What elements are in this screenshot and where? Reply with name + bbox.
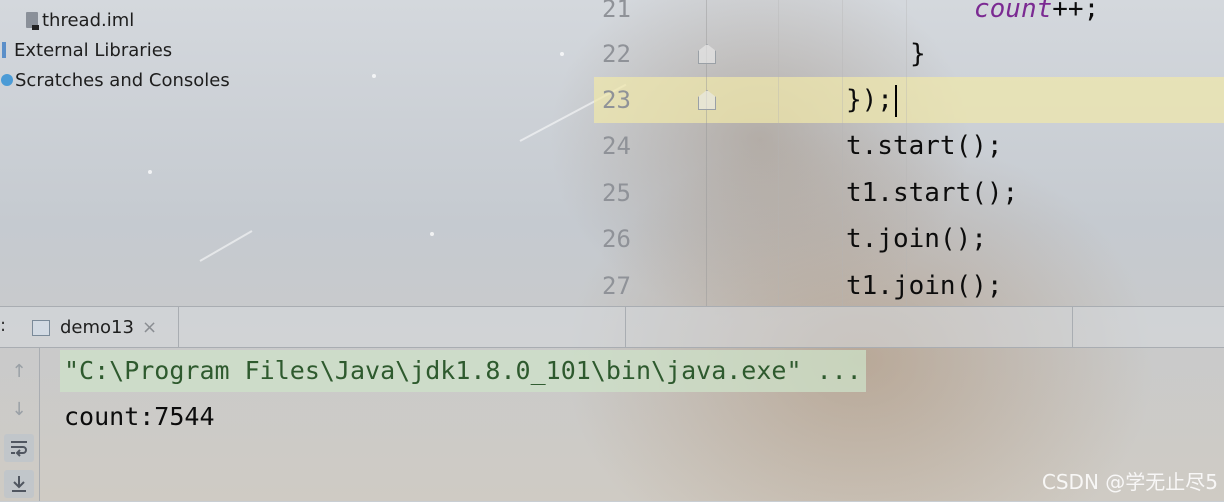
code-text: t1.start(); (846, 178, 1019, 208)
down-arrow-icon[interactable]: ↓ (4, 396, 34, 424)
code-text: } (910, 39, 926, 69)
line-number: 21 (602, 0, 631, 23)
code-line[interactable]: 24 t.start(); (594, 123, 1224, 169)
library-icon (2, 42, 6, 58)
code-text: t.join(); (846, 224, 987, 254)
code-token: }); (846, 85, 893, 115)
console-output-line: count:7544 (64, 402, 215, 431)
code-text: }); (846, 77, 897, 123)
fold-marker-icon[interactable] (698, 44, 716, 64)
close-icon[interactable]: × (142, 317, 157, 338)
tree-item-scratches[interactable]: Scratches and Consoles (0, 66, 230, 94)
file-icon (26, 12, 39, 30)
tab-label: demo13 (60, 317, 134, 338)
line-number: 25 (602, 179, 631, 207)
tree-item-label: External Libraries (14, 39, 173, 61)
code-line[interactable]: 22 } (594, 31, 1224, 77)
line-number: 23 (602, 86, 631, 114)
scroll-to-end-icon[interactable] (4, 470, 34, 498)
line-number: 22 (602, 40, 631, 68)
field-token: count (974, 0, 1053, 24)
soft-wrap-icon[interactable] (4, 434, 34, 462)
tab-demo13[interactable]: demo13 × (20, 307, 179, 348)
code-editor[interactable]: 21 count++; 22 } 23 }); 24 t.start(); 25… (594, 0, 1224, 306)
code-line[interactable]: 25 t1.start(); (594, 170, 1224, 216)
run-config-icon (32, 319, 50, 336)
tree-item-label: Scratches and Consoles (15, 69, 230, 91)
header-divider (1072, 307, 1073, 348)
code-line[interactable]: 21 count++; (594, 0, 1224, 32)
console-command-line: "C:\Program Files\Java\jdk1.8.0_101\bin\… (60, 350, 866, 392)
text-caret (894, 84, 897, 117)
run-label: : (0, 315, 7, 336)
csdn-watermark: CSDN @学无止尽5 (1041, 470, 1218, 494)
code-text: t1.join(); (846, 271, 1003, 301)
run-toolbar: ↑ ↓ (0, 348, 40, 501)
line-number: 26 (602, 225, 631, 253)
code-line[interactable]: 27 t1.join(); (594, 263, 1224, 309)
tree-item-external-libraries[interactable]: External Libraries (0, 36, 172, 64)
tree-item-thread-iml[interactable]: thread.iml (26, 6, 134, 34)
code-line-current[interactable]: 23 }); (594, 77, 1224, 123)
project-tree: thread.iml External Libraries Scratches … (0, 0, 594, 306)
code-text: count++; (974, 0, 1099, 32)
run-panel-header: : demo13 × (0, 306, 1224, 348)
tree-item-label: thread.iml (42, 9, 135, 31)
header-divider (625, 307, 626, 348)
code-suffix: ++; (1052, 0, 1100, 24)
code-text: t.start(); (846, 131, 1003, 161)
up-arrow-icon[interactable]: ↑ (4, 358, 34, 386)
fold-marker-icon[interactable] (698, 90, 716, 110)
code-line[interactable]: 26 t.join(); (594, 216, 1224, 262)
scratches-icon (1, 74, 13, 86)
line-number: 27 (602, 272, 631, 300)
line-number: 24 (602, 132, 631, 160)
